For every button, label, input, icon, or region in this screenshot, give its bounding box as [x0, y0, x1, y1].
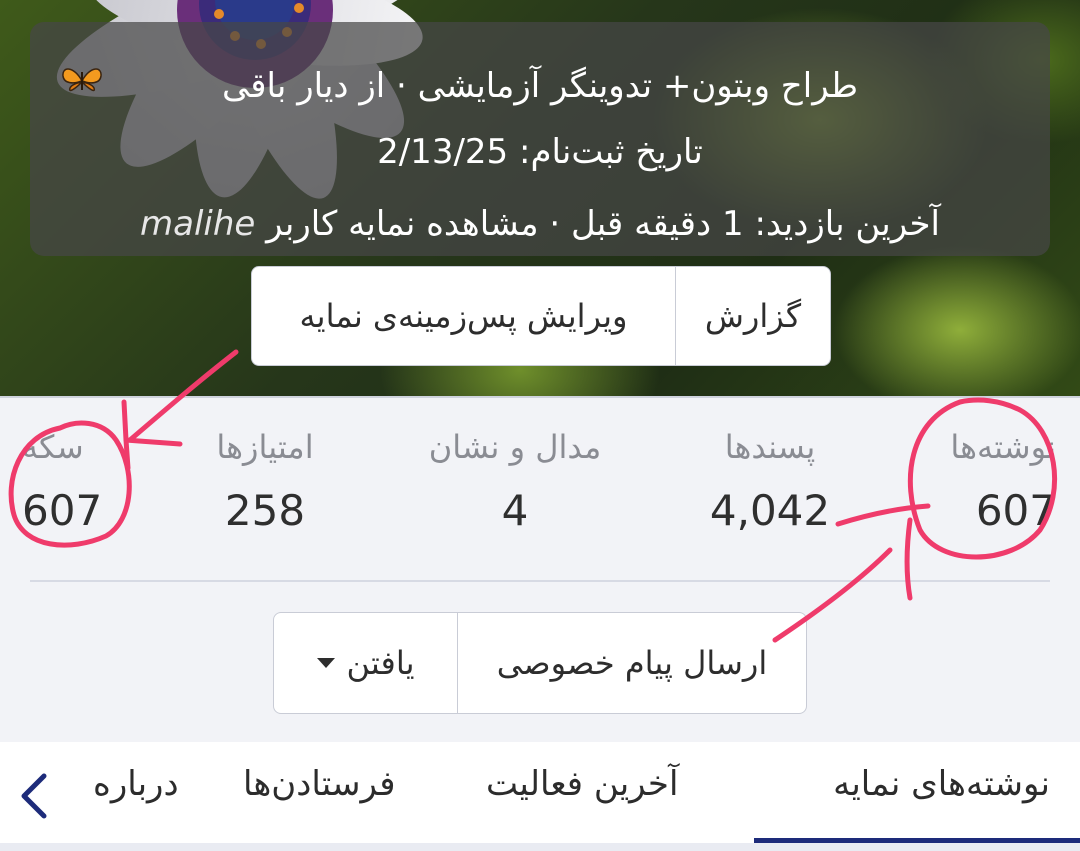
tab-postings[interactable]: فرستادن‌ها [243, 764, 396, 804]
tabs-bottom-border [0, 843, 1080, 851]
stat-value: 258 [224, 486, 306, 535]
last-visit-line: آخرین بازدید: 1 دقیقه قبل · مشاهده نمایه… [60, 204, 1020, 244]
find-label: یافتن [346, 644, 415, 682]
stat-label: مدال و نشان [428, 428, 602, 466]
stat-label: نوشته‌ها [950, 428, 1056, 466]
stat-medals[interactable]: مدال و نشان 4 [410, 428, 620, 535]
stat-value: 4 [501, 486, 529, 535]
profile-title: طراح وبتون+ تدوینگر آزمایشی · از دیار با… [221, 66, 859, 106]
stat-likes[interactable]: پسندها 4,042 [700, 428, 840, 535]
stat-posts[interactable]: نوشته‌ها 607 [896, 428, 1056, 535]
stat-points[interactable]: امتیازها 258 [195, 428, 335, 535]
profile-title-line: طراح وبتون+ تدوینگر آزمایشی · از دیار با… [60, 66, 1020, 106]
stat-value: 607 [22, 486, 103, 535]
profile-actions-group: گزارش ویرایش پس‌زمینه‌ی نمایه [251, 266, 831, 366]
profile-info-card: طراح وبتون+ تدوینگر آزمایشی · از دیار با… [30, 22, 1050, 256]
join-date-label: تاریخ ثبت‌نام: [518, 132, 703, 172]
tab-latest-activity[interactable]: آخرین فعالیت [486, 764, 678, 804]
last-visit-value: 1 دقیقه قبل [571, 204, 744, 244]
stat-label: امتیازها [216, 428, 314, 466]
viewer-text: مشاهده نمایه کاربر [266, 204, 539, 244]
stat-coins[interactable]: سکه 607 [22, 428, 142, 535]
chevron-left-icon[interactable] [14, 770, 54, 822]
butterfly-icon [62, 68, 102, 92]
join-date-line: تاریخ ثبت‌نام: 2/13/25 [60, 132, 1020, 172]
stat-value: 4,042 [709, 486, 831, 535]
report-button[interactable]: گزارش [675, 267, 830, 365]
tab-profile-posts[interactable]: نوشته‌های نمایه [833, 764, 1050, 804]
stat-value: 607 [975, 486, 1056, 535]
caret-down-icon [316, 658, 335, 668]
tab-about[interactable]: درباره [93, 764, 179, 804]
separator-dot: · [549, 204, 561, 244]
stat-label: سکه [22, 428, 84, 466]
profile-tabs: نوشته‌های نمایه آخرین فعالیت فرستادن‌ها … [0, 742, 1080, 851]
last-visit-label: آخرین بازدید: [754, 204, 940, 244]
private-message-button[interactable]: ارسال پیام خصوصی [457, 613, 806, 713]
join-date-value: 2/13/25 [377, 132, 509, 172]
find-dropdown-button[interactable]: یافتن [274, 613, 457, 713]
profile-stats: نوشته‌ها 607 پسندها 4,042 مدال و نشان 4 … [0, 396, 1080, 744]
stat-label: پسندها [724, 428, 816, 466]
edit-background-button[interactable]: ویرایش پس‌زمینه‌ی نمایه [252, 267, 675, 365]
profile-cover-image: طراح وبتون+ تدوینگر آزمایشی · از دیار با… [0, 0, 1080, 396]
stats-divider [30, 580, 1050, 582]
username-link[interactable]: malihe [140, 204, 255, 244]
member-actions-group: ارسال پیام خصوصی یافتن [273, 612, 807, 714]
